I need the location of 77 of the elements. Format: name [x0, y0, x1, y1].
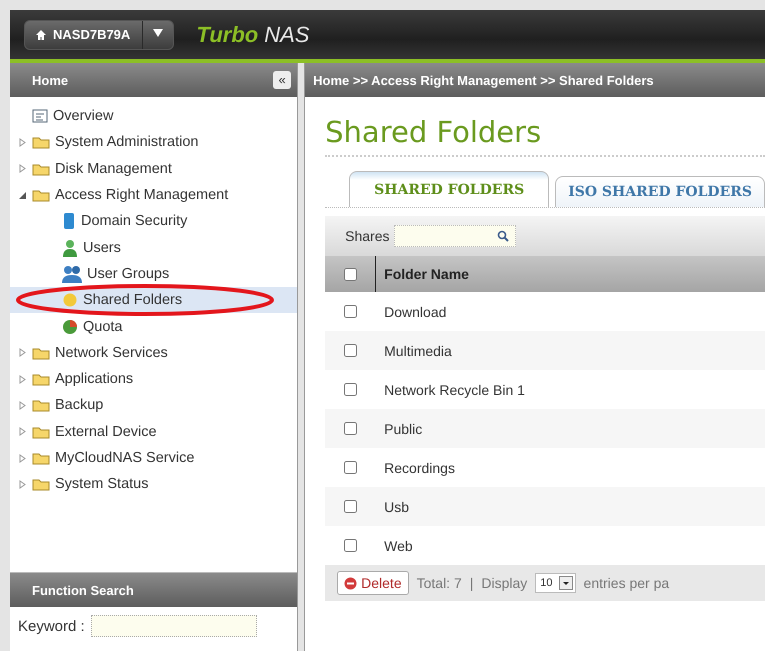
caret-icon: [558, 576, 573, 590]
home-icon: [35, 28, 47, 40]
device-menu-button[interactable]: NASD7B79A: [24, 20, 174, 50]
collapsed-triangle-icon[interactable]: [18, 348, 27, 358]
breadcrumb: Home >> Access Right Management >> Shared Folders: [305, 63, 765, 97]
row-checkbox[interactable]: [344, 461, 357, 474]
list-icon: [32, 109, 48, 124]
tree-item[interactable]: Users: [10, 234, 298, 261]
table-cell-text: Web: [383, 538, 413, 554]
folder-icon: [32, 451, 50, 465]
tab[interactable]: SHARED FOLDERS: [349, 171, 550, 207]
shares-label: Shares: [345, 228, 390, 244]
separator: |: [470, 575, 474, 591]
keyword-field[interactable]: [90, 615, 257, 637]
folder-icon: [32, 162, 50, 176]
caret-icon: [153, 29, 164, 37]
table-cell-text: Usb: [383, 498, 410, 514]
folder-icon: [32, 477, 50, 492]
collapsed-triangle-icon[interactable]: [18, 374, 27, 384]
select-all-checkbox[interactable]: [344, 268, 357, 280]
tree-item[interactable]: Quota: [10, 313, 298, 340]
row-checkbox[interactable]: [344, 383, 357, 396]
page-size-select[interactable]: 10: [535, 573, 576, 593]
search-icon: [496, 230, 508, 242]
total-count: Total: 7: [416, 575, 462, 591]
shares-search-field[interactable]: [394, 225, 516, 247]
tree-item[interactable]: Backup: [10, 392, 298, 419]
folder-share-icon: [62, 292, 78, 308]
keyword-label: Keyword :: [18, 618, 85, 634]
entries-label: entries per pa: [584, 575, 670, 591]
page-title: Shared Folders: [325, 115, 542, 149]
folder-icon: [32, 346, 50, 360]
folder-icon: [32, 398, 50, 412]
collapsed-triangle-icon[interactable]: [18, 400, 27, 410]
collapse-button[interactable]: «: [273, 71, 292, 89]
collapsed-triangle-icon[interactable]: [18, 427, 27, 436]
table-cell-text: Download: [383, 304, 446, 320]
tab[interactable]: ISO SHARED FOLDERS: [555, 176, 765, 207]
folder-icon: [32, 424, 50, 439]
expanded-triangle-icon[interactable]: [18, 190, 27, 200]
tree-item[interactable]: Overview: [10, 103, 298, 130]
book-icon: [62, 212, 76, 230]
brand-logo: Turbo NAS: [196, 22, 310, 48]
table-cell-text: Public: [383, 420, 422, 436]
folder-icon: [32, 372, 50, 386]
folder-icon: [32, 135, 50, 150]
collapsed-triangle-icon[interactable]: [18, 480, 27, 489]
tree-item[interactable]: Domain Security: [10, 208, 298, 234]
pie-icon: [62, 318, 78, 335]
table-cell-text: Network Recycle Bin 1: [383, 382, 525, 398]
sidebar-title: Home: [32, 72, 68, 88]
tree-item[interactable]: System Status: [10, 471, 298, 498]
user-icon: [62, 238, 78, 257]
tree-item[interactable]: Access Right Management: [10, 182, 298, 208]
display-label: Display: [481, 575, 528, 591]
row-checkbox[interactable]: [344, 500, 357, 513]
collapsed-triangle-icon[interactable]: [18, 164, 27, 174]
tree-item[interactable]: Disk Management: [10, 156, 298, 182]
folder-icon: [32, 188, 50, 202]
collapsed-triangle-icon[interactable]: [18, 138, 27, 147]
tree-item[interactable]: User Groups: [10, 260, 298, 288]
section-title: Function Search: [32, 582, 134, 598]
row-checkbox[interactable]: [344, 539, 357, 552]
tree-item[interactable]: MyCloudNAS Service: [10, 444, 298, 472]
tree-item[interactable]: System Administration: [10, 129, 298, 156]
tree-item[interactable]: External Device: [10, 418, 298, 445]
minus-circle-icon: [344, 576, 358, 590]
tree-item[interactable]: Applications: [10, 366, 298, 392]
users-icon: [62, 264, 82, 283]
delete-button[interactable]: Delete: [337, 571, 409, 595]
table-cell-text: Recordings: [383, 460, 455, 476]
row-checkbox[interactable]: [344, 305, 357, 318]
collapsed-triangle-icon[interactable]: [18, 454, 27, 462]
row-checkbox[interactable]: [344, 344, 357, 357]
tree-item[interactable]: Network Services: [10, 340, 298, 366]
table-cell-text: Multimedia: [383, 342, 452, 358]
row-checkbox[interactable]: [344, 422, 357, 435]
